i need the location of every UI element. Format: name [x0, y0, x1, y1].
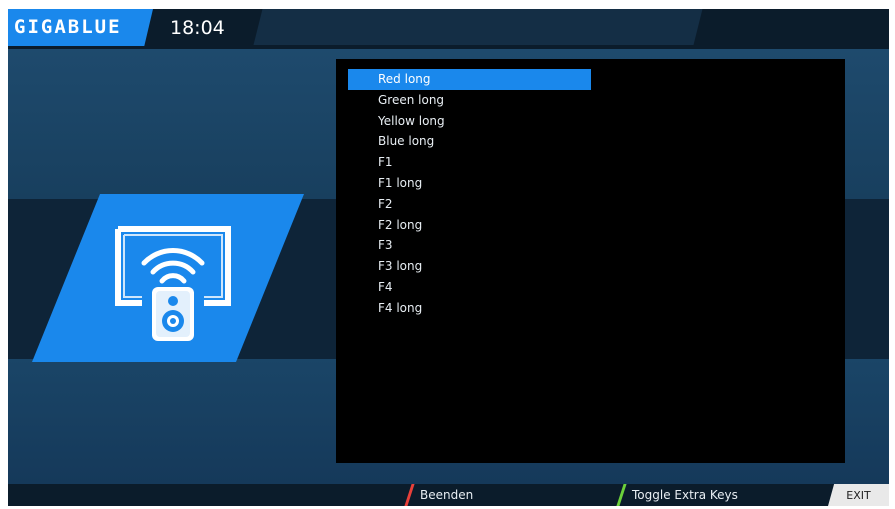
exit-button[interactable]: EXIT — [828, 484, 889, 506]
key-list-item[interactable]: F2 long — [348, 215, 591, 236]
footer-bar: Beenden Toggle Extra Keys EXIT — [8, 484, 889, 506]
header-stripe — [253, 9, 703, 45]
green-key-button[interactable]: Toggle Extra Keys — [616, 484, 738, 506]
remote-wifi-icon — [115, 226, 231, 341]
clock: 18:04 — [170, 17, 225, 39]
red-key-label: Beenden — [420, 488, 474, 502]
key-list-item[interactable]: F4 long — [348, 298, 591, 319]
brand-logo: GIGABLUE — [8, 9, 153, 46]
exit-label: EXIT — [846, 488, 871, 502]
key-list-item[interactable]: F1 long — [348, 173, 591, 194]
brand-logo-text: GIGABLUE — [14, 16, 122, 38]
screen: GIGABLUE 18:04 Red long Green long Yellow … — [8, 9, 889, 506]
header-bar: GIGABLUE 18:04 — [8, 9, 889, 49]
key-list-panel: Red long Green long Yellow long Blue long F1… — [336, 59, 845, 463]
red-key-mark — [404, 484, 415, 506]
key-list-item[interactable]: Red long — [348, 69, 591, 90]
red-key-button[interactable]: Beenden — [404, 484, 474, 506]
key-list-item[interactable]: F4 — [348, 277, 591, 298]
green-key-label: Toggle Extra Keys — [632, 488, 738, 502]
key-list-item[interactable]: F3 long — [348, 256, 591, 277]
key-list-item[interactable]: F2 — [348, 194, 591, 215]
key-list-item[interactable]: Blue long — [348, 131, 591, 152]
key-list-item[interactable]: Green long — [348, 90, 591, 111]
key-list-item[interactable]: Yellow long — [348, 111, 591, 132]
key-list-item[interactable]: F1 — [348, 152, 591, 173]
key-list-item[interactable]: F3 — [348, 235, 591, 256]
key-list: Red long Green long Yellow long Blue long F1… — [348, 69, 591, 319]
green-key-mark — [616, 484, 627, 506]
